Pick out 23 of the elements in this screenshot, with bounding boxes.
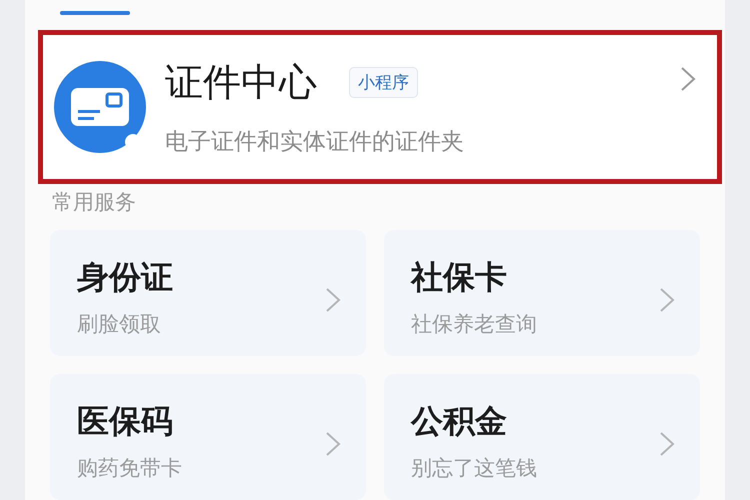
service-tile[interactable]: 身份证 刷脸领取 [50, 230, 366, 356]
service-subtitle: 别忘了这笔钱 [411, 455, 537, 482]
service-subtitle: 社保养老查询 [411, 311, 537, 338]
service-title: 身份证 [77, 257, 173, 298]
service-tile[interactable]: 公积金 别忘了这笔钱 [384, 374, 700, 500]
section-title: 常用服务 [52, 189, 136, 216]
chevron-icon [324, 430, 342, 458]
service-title: 公积金 [411, 401, 508, 442]
mini-program-badge: 小程序 [349, 66, 418, 98]
chevron-icon [324, 286, 342, 314]
feature-title: 证件中心 [165, 58, 317, 106]
service-tile[interactable]: 社保卡 社保养老查询 [384, 230, 700, 356]
service-tile[interactable]: 医保码 购药免带卡 [50, 374, 366, 500]
service-title: 医保码 [77, 401, 174, 442]
chevron-icon [679, 64, 697, 93]
feature-card[interactable]: 证件中心 小程序 电子证件和实体证件的证件夹 [38, 30, 722, 184]
service-title: 社保卡 [411, 257, 508, 298]
chevron-icon [658, 286, 676, 314]
id-card-icon [53, 60, 147, 154]
service-subtitle: 购药免带卡 [77, 455, 182, 482]
chevron-icon [658, 430, 676, 458]
feature-subtitle: 电子证件和实体证件的证件夹 [165, 128, 465, 157]
service-subtitle: 刷脸领取 [77, 311, 162, 338]
